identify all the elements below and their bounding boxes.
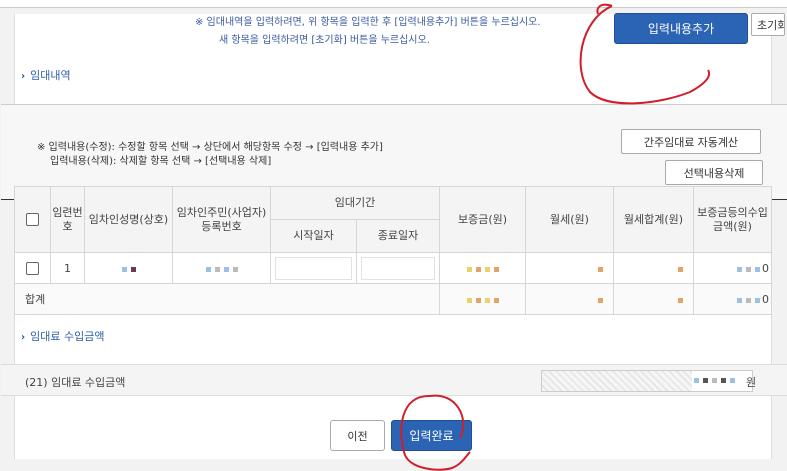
section-rental-details-label: 임대내역 bbox=[30, 69, 71, 82]
masked-value bbox=[755, 266, 760, 272]
row-deposit-income: 0 bbox=[693, 252, 772, 284]
masked-value bbox=[130, 266, 136, 272]
income-amount-field bbox=[541, 370, 753, 392]
masked-value bbox=[694, 378, 699, 383]
auto-calc-button[interactable]: 간주임대료 자동계산 bbox=[621, 129, 761, 154]
header-no: 임련번호 bbox=[50, 186, 85, 253]
masked-value bbox=[721, 378, 726, 383]
row-select-cell bbox=[14, 252, 51, 284]
income-label: (21) 임대료 수입금액 bbox=[25, 376, 126, 389]
end-date-field[interactable] bbox=[361, 256, 435, 280]
total-label: 합계 bbox=[14, 283, 440, 315]
chevron-right-icon: › bbox=[21, 71, 26, 82]
top-strip bbox=[0, 0, 787, 8]
row-no: 1 bbox=[50, 252, 85, 284]
masked-value bbox=[205, 266, 211, 272]
header-monthly-total: 월세합계(원) bbox=[613, 186, 694, 253]
masked-value bbox=[232, 266, 238, 272]
instruction-edit: ※ 입력내용(수정): 수정할 항목 선택 → 상단에서 해당항목 수정 → [… bbox=[37, 142, 383, 153]
masked-value bbox=[598, 297, 603, 303]
row-start-date bbox=[270, 252, 357, 284]
reset-button[interactable]: 초기화 bbox=[751, 13, 785, 36]
masked-value bbox=[214, 266, 220, 272]
row-deposit bbox=[439, 252, 526, 284]
masked-value bbox=[484, 297, 490, 303]
masked-value bbox=[678, 297, 683, 303]
instruction-text: ※ 입력내용(수정): 수정할 항목 선택 → 상단에서 해당항목 수정 → [… bbox=[37, 141, 383, 169]
header-period: 임대기간 bbox=[270, 186, 440, 220]
row-deposit-income-tail: 0 bbox=[762, 261, 769, 275]
total-deposit-income-tail: 0 bbox=[762, 292, 769, 306]
start-date-field[interactable] bbox=[275, 256, 352, 280]
masked-value bbox=[493, 297, 499, 303]
section-rental-income-label: 임대료 수입금액 bbox=[30, 330, 105, 343]
row-tenant-id bbox=[172, 252, 271, 284]
add-entry-button[interactable]: 입력내용추가 bbox=[614, 13, 748, 44]
header-deposit: 보증금(원) bbox=[439, 186, 526, 253]
masked-value bbox=[737, 297, 742, 303]
rental-table: 임련번호 임차인성명(상호) 임차인주민(사업자)등록번호 임대기간 보증금(원… bbox=[14, 186, 772, 315]
masked-value bbox=[598, 266, 603, 272]
header-tenant-name: 임차인성명(상호) bbox=[84, 186, 173, 253]
masked-value bbox=[737, 266, 742, 272]
header-select bbox=[14, 186, 51, 253]
header-end-date: 종료일자 bbox=[356, 219, 440, 253]
header-monthly-rent: 월세(원) bbox=[525, 186, 614, 253]
header-tenant-id: 임차인주민(사업자)등록번호 bbox=[172, 186, 271, 253]
total-row: 합계 0 bbox=[14, 283, 772, 315]
total-monthly-rent bbox=[525, 283, 614, 315]
masked-value bbox=[703, 378, 708, 383]
delete-selected-button[interactable]: 선택내용삭제 bbox=[665, 160, 763, 185]
row-monthly-rent bbox=[525, 252, 614, 284]
masked-value bbox=[730, 378, 735, 383]
section-rental-details[interactable]: › 임대내역 bbox=[21, 67, 71, 83]
masked-value bbox=[484, 266, 490, 272]
total-monthly-total bbox=[613, 283, 694, 315]
masked-value bbox=[466, 297, 472, 303]
row-checkbox[interactable] bbox=[26, 261, 39, 275]
notice-line-1: ※ 임대내역을 입력하려면, 위 항목을 입력한 후 [입력내용추가] 버튼을 … bbox=[195, 17, 541, 28]
instruction-delete: 입력내용(삭제): 삭제할 항목 선택 → [선택내용 삭제] bbox=[50, 156, 272, 167]
select-all-checkbox[interactable] bbox=[26, 213, 39, 226]
total-deposit-income: 0 bbox=[693, 283, 772, 315]
masked-value bbox=[493, 266, 499, 272]
table-row[interactable]: 1 0 bbox=[14, 252, 772, 284]
prev-button[interactable]: 이전 bbox=[330, 420, 385, 451]
masked-value bbox=[678, 266, 683, 272]
notice-line-2: 새 항목을 입력하려면 [초기화] 버튼을 누르십시오. bbox=[219, 35, 430, 46]
row-tenant-name bbox=[84, 252, 173, 284]
row-end-date bbox=[356, 252, 440, 284]
header-start-date: 시작일자 bbox=[270, 219, 357, 253]
masked-value bbox=[466, 266, 472, 272]
complete-button[interactable]: 입력완료 bbox=[391, 420, 472, 451]
masked-value bbox=[475, 297, 481, 303]
income-unit: 원 bbox=[746, 376, 757, 389]
masked-value bbox=[755, 297, 760, 303]
masked-value bbox=[475, 266, 481, 272]
header-deposit-income: 보증금등의수입금액(원) bbox=[693, 186, 772, 253]
masked-value bbox=[712, 378, 717, 383]
income-row: (21) 임대료 수입금액 원 bbox=[1, 364, 787, 396]
total-deposit bbox=[439, 283, 526, 315]
masked-value bbox=[746, 297, 751, 303]
income-amount-value bbox=[692, 371, 752, 391]
masked-value bbox=[223, 266, 229, 272]
notice-text: ※ 임대내역을 입력하려면, 위 항목을 입력한 후 [입력내용추가] 버튼을 … bbox=[195, 14, 625, 50]
chevron-right-icon: › bbox=[21, 332, 26, 343]
masked-value bbox=[746, 266, 751, 272]
row-monthly-total bbox=[613, 252, 694, 284]
section-rental-income[interactable]: › 임대료 수입금액 bbox=[21, 328, 104, 344]
masked-value bbox=[121, 266, 127, 272]
